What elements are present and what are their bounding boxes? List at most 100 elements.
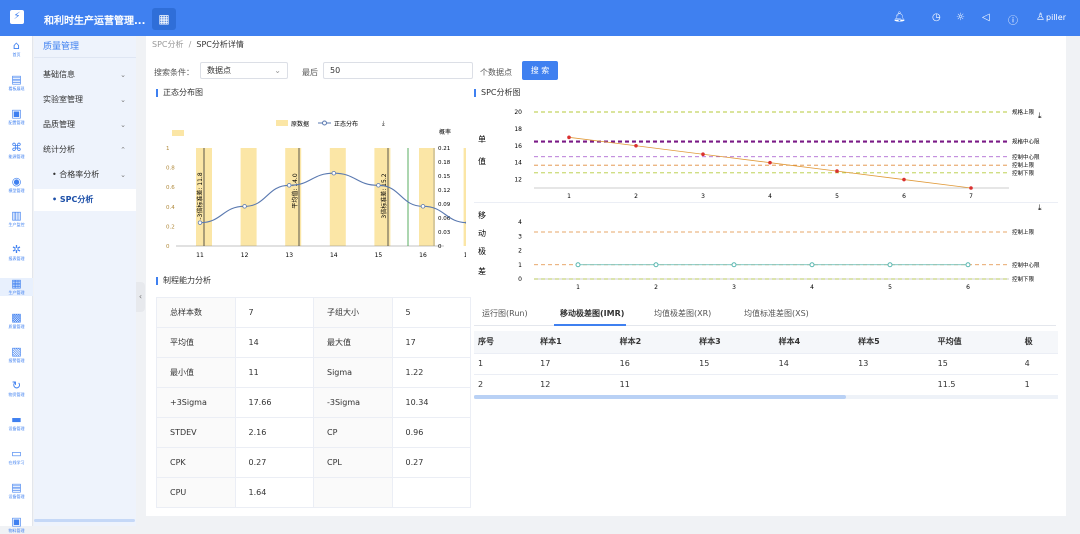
- rail-item-model[interactable]: ◉模型管理: [0, 176, 33, 194]
- metric-value: 0.27: [392, 448, 471, 478]
- table-cell: 11.5: [934, 374, 1021, 395]
- rail-item-energy[interactable]: ⌘能源管理: [0, 142, 33, 160]
- table-row[interactable]: 2121111.51: [474, 374, 1058, 395]
- metric-value: 17: [392, 328, 471, 358]
- breadcrumb-parent[interactable]: SPC分析: [152, 40, 184, 49]
- table-cell: 2: [474, 374, 536, 395]
- sun-icon[interactable]: ☼: [956, 12, 965, 23]
- speaker-icon[interactable]: ◁: [982, 12, 990, 23]
- individual-side-label-1: 单: [478, 134, 486, 144]
- sample-table: 序号样本1样本2样本3样本4样本5平均值极 117161514131542121…: [474, 331, 1058, 396]
- table-row[interactable]: 11716151413154: [474, 353, 1058, 374]
- table-cell: 17: [536, 353, 616, 374]
- rail-item-config[interactable]: ▣配置管理: [0, 108, 33, 126]
- y-tick-label: 12: [514, 177, 522, 184]
- metric-value: 1.64: [235, 478, 314, 508]
- download-icon[interactable]: ⤓: [382, 120, 385, 127]
- menu-scrollbar[interactable]: [34, 519, 135, 522]
- rail-item-monitor[interactable]: ▥生产监控: [0, 210, 33, 228]
- tab-xs[interactable]: 均值标准差图(XS): [744, 308, 809, 319]
- rail-label: 物资管理: [0, 392, 33, 398]
- rail-label: 报警管理: [0, 358, 33, 364]
- y-tick-label: 20: [514, 109, 522, 116]
- mr-side-label-2: 动: [478, 228, 486, 238]
- data-point-count-input[interactable]: 50: [323, 62, 473, 79]
- rail-item-material2[interactable]: ▣物料管理: [0, 516, 33, 534]
- column-header[interactable]: 极: [1021, 331, 1058, 353]
- collapse-sidebar-button[interactable]: ‹: [136, 282, 145, 312]
- table-cell: 11: [616, 374, 696, 395]
- search-condition-select[interactable]: 数据点⌄: [200, 62, 288, 79]
- tab-xr[interactable]: 均值极差图(XR): [654, 308, 711, 319]
- rail-item-quality[interactable]: ▩质量管理: [0, 312, 33, 330]
- capability-row: CPK0.27CPL0.27: [157, 448, 471, 478]
- user-icon[interactable]: ♙: [1036, 12, 1045, 23]
- metric-label: CPL: [314, 448, 393, 478]
- download-icon[interactable]: ⤓: [1038, 111, 1042, 120]
- config-icon: ▣: [0, 108, 33, 120]
- column-header[interactable]: 序号: [474, 331, 536, 353]
- clock-icon[interactable]: ◷: [932, 12, 941, 23]
- info-icon[interactable]: ⓘ: [1008, 12, 1018, 27]
- breadcrumb: SPC分析 / SPC分析详情: [152, 39, 244, 50]
- control-lower-label: 控制下限: [1012, 169, 1035, 177]
- menu-label: SPC分析: [60, 195, 94, 204]
- rail-item-dashboard[interactable]: ▤看板展现: [0, 74, 33, 92]
- rail-item-home[interactable]: ⌂首页: [0, 40, 33, 58]
- rail-item-learn[interactable]: ▭在线学习: [0, 448, 33, 466]
- y-tick-label: 3: [518, 233, 522, 240]
- metric-label: -3Sigma: [314, 388, 393, 418]
- rail-label: 能源管理: [0, 154, 33, 160]
- quality-icon: ▩: [0, 312, 33, 324]
- bell-icon[interactable]: 🔔︎: [893, 12, 906, 23]
- rail-item-material[interactable]: ↻物资管理: [0, 380, 33, 398]
- menu-item-pass-rate[interactable]: • 合格率分析⌄: [34, 164, 136, 186]
- rail-item-device2[interactable]: ▤设备管理: [0, 482, 33, 500]
- dashboard-icon: ▤: [0, 74, 33, 86]
- scrollbar-thumb[interactable]: [474, 395, 846, 399]
- table-horizontal-scrollbar[interactable]: [474, 395, 1058, 399]
- column-header[interactable]: 平均值: [934, 331, 1021, 353]
- table-cell: 1: [1021, 374, 1058, 395]
- menu-item-statistics[interactable]: 统计分析⌃: [34, 139, 136, 161]
- x-tick-label: 2: [654, 284, 658, 291]
- metric-value: 1.22: [392, 358, 471, 388]
- production-icon: ▦: [0, 278, 33, 290]
- column-header[interactable]: 样本2: [616, 331, 696, 353]
- x-tick-label: 6: [902, 193, 906, 200]
- x-tick-label: 4: [768, 193, 772, 200]
- metric-label: 子组大小: [314, 298, 393, 328]
- column-header[interactable]: 样本1: [536, 331, 616, 353]
- menu-item-basic-info[interactable]: 基础信息⌄: [34, 64, 136, 86]
- capability-row: STDEV2.16CP0.96: [157, 418, 471, 448]
- search-button[interactable]: 搜 索: [522, 61, 558, 80]
- capability-table: 总样本数7子组大小5平均值14最大值17最小值11Sigma1.22+3Sigm…: [156, 297, 471, 508]
- rail-item-alarm[interactable]: ▧报警管理: [0, 346, 33, 364]
- tab-imr[interactable]: 移动极差图(IMR): [560, 308, 624, 319]
- menu-item-quality[interactable]: 品质管理⌄: [34, 114, 136, 136]
- model-icon: ◉: [0, 176, 33, 188]
- column-header[interactable]: 样本4: [775, 331, 855, 353]
- rail-label: 生产管理: [0, 290, 33, 296]
- rail-label: 生产监控: [0, 222, 33, 228]
- menu-item-lab[interactable]: 实验室管理⌄: [34, 89, 136, 111]
- chevron-down-icon: ⌄: [120, 164, 126, 186]
- tab-run[interactable]: 运行图(Run): [482, 308, 528, 319]
- app-grid-button[interactable]: ▦: [152, 8, 176, 30]
- capability-title: 制程能力分析: [156, 277, 211, 285]
- individual-point: [969, 186, 973, 190]
- rail-item-device[interactable]: ▬设备管理: [0, 414, 33, 432]
- chevron-up-icon: ⌃: [120, 139, 126, 161]
- column-header[interactable]: 样本3: [695, 331, 775, 353]
- y-tick-label: 2: [518, 248, 522, 255]
- menu-item-spc[interactable]: • SPC分析: [34, 189, 136, 211]
- column-header[interactable]: 样本5: [854, 331, 934, 353]
- normal-point: [198, 221, 202, 225]
- download-icon[interactable]: ⤓: [1038, 204, 1042, 212]
- rail-item-production[interactable]: ▦生产管理: [0, 278, 33, 296]
- table-cell: [695, 374, 775, 395]
- user-name[interactable]: piller: [1046, 13, 1066, 22]
- rail-item-report[interactable]: ✲报表管理: [0, 244, 33, 262]
- y-tick-label: 1: [166, 146, 170, 152]
- x-tick-label: 13: [285, 252, 293, 259]
